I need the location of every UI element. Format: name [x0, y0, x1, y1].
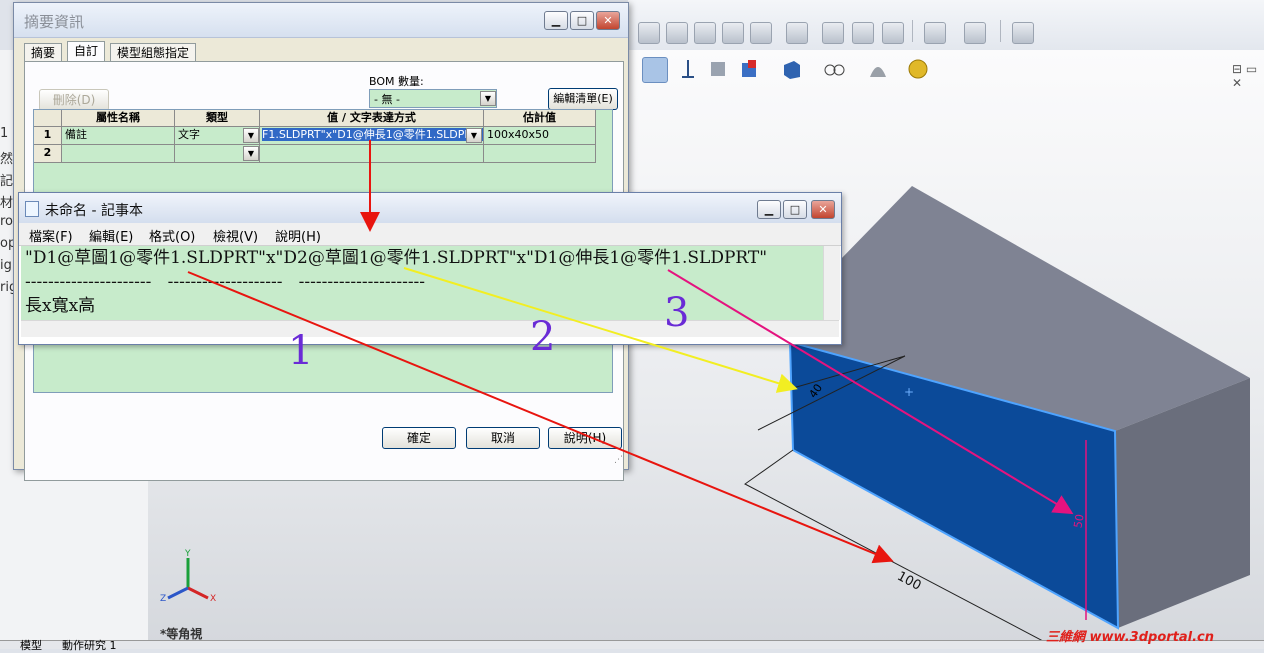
row-number[interactable]: 2	[34, 145, 62, 163]
menu-format[interactable]: 格式(O)	[149, 226, 195, 245]
property-type-value: 文字	[178, 128, 200, 141]
notepad-app-icon	[25, 201, 39, 217]
notepad-line-2: ---------------------- -----------------…	[25, 272, 426, 292]
col-header-evaluated: 估計值	[484, 110, 596, 127]
notepad-menubar: 檔案(F) 編輯(E) 格式(O) 檢視(V) 說明(H)	[19, 223, 841, 246]
tab-model[interactable]: 模型	[20, 637, 42, 653]
grid-corner	[34, 110, 62, 127]
dialog-titlebar[interactable]: 摘要資訊 ▁ □ ✕	[14, 3, 628, 38]
chevron-down-icon[interactable]: ▼	[466, 128, 482, 143]
minimize-button[interactable]: ▁	[757, 200, 781, 219]
col-header-type: 類型	[175, 110, 260, 127]
horizontal-scrollbar[interactable]	[21, 320, 839, 337]
chevron-down-icon[interactable]: ▼	[480, 91, 496, 106]
notepad-line-1: "D1@草圖1@零件1.SLDPRT"x"D2@草圖1@零件1.SLDPRT"x…	[25, 248, 768, 268]
tab-config-specific[interactable]: 模型組態指定	[110, 43, 197, 62]
property-value-cell[interactable]	[260, 145, 484, 163]
property-name-cell[interactable]	[62, 145, 175, 163]
help-button[interactable]: 說明(H)	[548, 427, 622, 449]
property-type-cell[interactable]: 文字 ▼	[175, 127, 260, 145]
property-type-cell[interactable]: ▼	[175, 145, 260, 163]
ok-button[interactable]: 確定	[382, 427, 456, 449]
property-value-cell[interactable]: F1.SLDPRT"x"D1@伸長1@零件1.SLDPRT" ▼	[260, 127, 484, 145]
row-number[interactable]: 1	[34, 127, 62, 145]
menu-help[interactable]: 說明(H)	[275, 226, 321, 245]
dimension-50: 50	[1071, 513, 1086, 529]
maximize-button[interactable]: □	[570, 11, 594, 30]
minimize-button[interactable]: ▁	[544, 11, 568, 30]
resize-grip-icon[interactable]: ⋰	[614, 455, 623, 465]
notepad-window: 未命名 - 記事本 ▁ □ ✕ 檔案(F) 編輯(E) 格式(O) 檢視(V) …	[18, 192, 842, 345]
svg-text:Y: Y	[184, 549, 191, 559]
menu-file[interactable]: 檔案(F)	[29, 226, 73, 245]
notepad-title: 未命名 - 記事本	[45, 203, 143, 219]
dialog-title: 摘要資訊	[24, 13, 85, 31]
close-button[interactable]: ✕	[596, 11, 620, 30]
notepad-line-3: 長x寬x高	[25, 296, 96, 316]
close-button[interactable]: ✕	[811, 200, 835, 219]
tab-motion-study[interactable]: 動作研究 1	[62, 637, 117, 653]
chevron-down-icon[interactable]: ▼	[243, 146, 259, 161]
chevron-down-icon[interactable]: ▼	[243, 128, 259, 143]
vertical-scrollbar[interactable]	[823, 246, 840, 320]
svg-text:X: X	[210, 594, 216, 604]
bom-select[interactable]: - 無 - ▼	[369, 89, 497, 108]
dimension-100: 100	[894, 569, 923, 594]
maximize-button[interactable]: □	[783, 200, 807, 219]
evaluated-value-cell: 100x40x50	[484, 127, 596, 145]
evaluated-value-cell	[484, 145, 596, 163]
cancel-button[interactable]: 取消	[466, 427, 540, 449]
col-header-value: 值 / 文字表達方式	[260, 110, 484, 127]
notepad-text-area[interactable]: "D1@草圖1@零件1.SLDPRT"x"D2@草圖1@零件1.SLDPRT"x…	[21, 246, 823, 320]
bom-label: BOM 數量:	[369, 75, 424, 88]
notepad-titlebar[interactable]: 未命名 - 記事本 ▁ □ ✕	[19, 193, 841, 223]
col-header-name: 屬性名稱	[62, 110, 175, 127]
property-name-cell[interactable]: 備註	[62, 127, 175, 145]
tab-summary[interactable]: 摘要	[24, 43, 63, 62]
bom-select-value: - 無 -	[374, 93, 400, 106]
menu-edit[interactable]: 編輯(E)	[89, 226, 133, 245]
edit-list-button[interactable]: 編輯清單(E)	[548, 88, 618, 110]
property-value-text: F1.SLDPRT"x"D1@伸長1@零件1.SLDPRT"	[262, 128, 484, 141]
svg-text:+: +	[904, 385, 914, 399]
delete-button[interactable]: 刪除(D)	[39, 89, 109, 111]
axis-triad: Y X Z	[160, 549, 216, 604]
watermark: 三維網 www.3dportal.cn	[1046, 630, 1215, 645]
menu-view[interactable]: 檢視(V)	[213, 226, 258, 245]
svg-text:Z: Z	[160, 594, 166, 604]
tab-custom[interactable]: 自訂	[67, 41, 106, 62]
